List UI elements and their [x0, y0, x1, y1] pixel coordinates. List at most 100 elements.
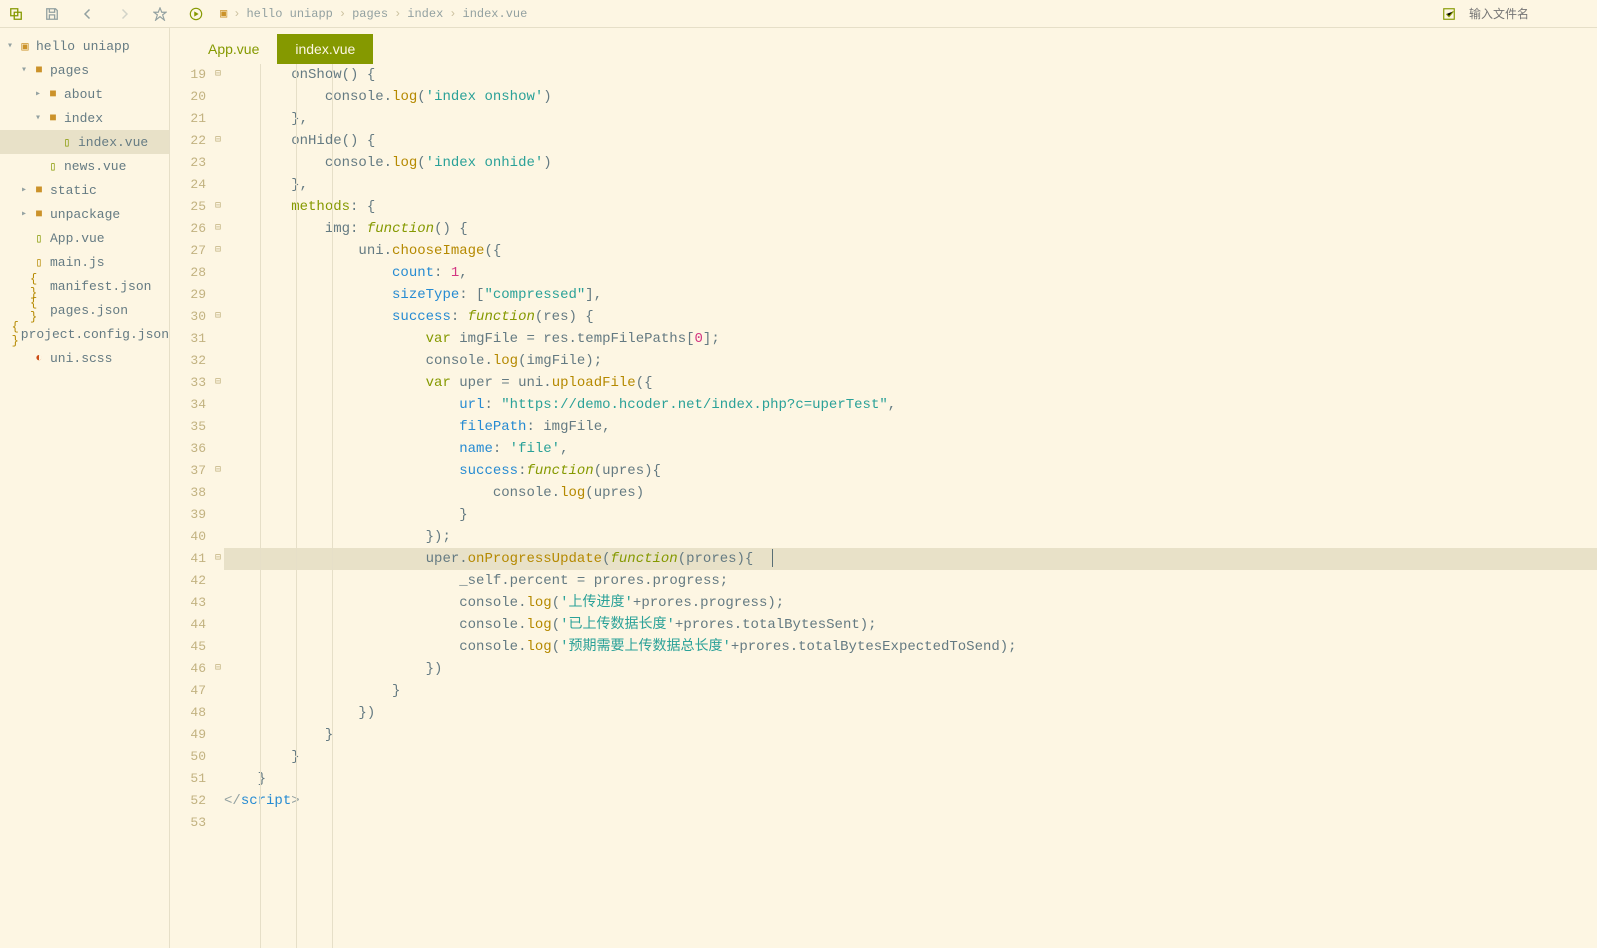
code-line[interactable]: name: 'file',	[224, 438, 1597, 460]
toolbar: ▣ › hello uniapp › pages › index › index…	[0, 0, 1597, 28]
code-line[interactable]: }	[224, 746, 1597, 768]
tree-item-hello-uniapp[interactable]: ▾▣hello uniapp	[0, 34, 169, 58]
tree-item-app-vue[interactable]: ▯App.vue	[0, 226, 169, 250]
code-line[interactable]: _self.percent = prores.progress;	[224, 570, 1597, 592]
toolbar-left	[8, 6, 204, 22]
tree-item-label: hello uniapp	[36, 39, 130, 54]
code-line[interactable]: });	[224, 526, 1597, 548]
tree-item-about[interactable]: ▸■about	[0, 82, 169, 106]
chevron-right-icon: ›	[233, 7, 240, 21]
tab-app-vue[interactable]: App.vue	[190, 34, 277, 64]
tree-item-static[interactable]: ▸■static	[0, 178, 169, 202]
code-line[interactable]: url: "https://demo.hcoder.net/index.php?…	[224, 394, 1597, 416]
code-line[interactable]: }	[224, 724, 1597, 746]
search-input[interactable]	[1469, 7, 1589, 21]
code-line[interactable]: },	[224, 108, 1597, 130]
sidebar: ▾▣hello uniapp▾■pages▸■about▾■index▯inde…	[0, 28, 170, 948]
code-line[interactable]: },	[224, 174, 1597, 196]
tree-item-label: index	[64, 111, 103, 126]
save-icon[interactable]	[44, 6, 60, 22]
code-line[interactable]: img: function() {	[224, 218, 1597, 240]
code-line[interactable]: uper.onProgressUpdate(function(prores){	[224, 548, 1597, 570]
tree-arrow-icon[interactable]: ▾	[4, 40, 16, 52]
text-cursor	[772, 549, 773, 567]
tab-index-vue[interactable]: index.vue	[277, 34, 373, 64]
back-icon[interactable]	[80, 6, 96, 22]
chevron-right-icon: ›	[394, 7, 401, 21]
chevron-right-icon: ›	[449, 7, 456, 21]
breadcrumb-item[interactable]: hello uniapp	[246, 7, 332, 21]
code-line[interactable]: success:function(upres){	[224, 460, 1597, 482]
code-line[interactable]: count: 1,	[224, 262, 1597, 284]
code-line[interactable]: uni.chooseImage({	[224, 240, 1597, 262]
code-line[interactable]: })	[224, 658, 1597, 680]
code-line[interactable]: var imgFile = res.tempFilePaths[0];	[224, 328, 1597, 350]
code-line[interactable]: methods: {	[224, 196, 1597, 218]
collapse-icon[interactable]	[8, 6, 24, 22]
tree-item-label: main.js	[50, 255, 105, 270]
code-line[interactable]: </script>	[224, 790, 1597, 812]
code-line[interactable]: console.log(imgFile);	[224, 350, 1597, 372]
code-line[interactable]: console.log('index onshow')	[224, 86, 1597, 108]
breadcrumb-item[interactable]: pages	[352, 7, 388, 21]
tree-item-label: pages	[50, 63, 89, 78]
breadcrumb: ▣ › hello uniapp › pages › index › index…	[220, 6, 527, 21]
tabs: App.vueindex.vue	[170, 28, 1597, 64]
tree-item-label: uni.scss	[50, 351, 112, 366]
tree-item-label: static	[50, 183, 97, 198]
tree-item-index[interactable]: ▾■index	[0, 106, 169, 130]
code-line[interactable]: sizeType: ["compressed"],	[224, 284, 1597, 306]
run-icon[interactable]	[188, 6, 204, 22]
tree-item-label: manifest.json	[50, 279, 151, 294]
breadcrumb-item[interactable]: index	[407, 7, 443, 21]
code-line[interactable]: console.log('index onhide')	[224, 152, 1597, 174]
gutter-fold: ⊟⊟⊟⊟⊟⊟⊟⊟⊟⊟	[212, 64, 224, 948]
code-line[interactable]: onShow() {	[224, 64, 1597, 86]
tree-arrow-icon[interactable]: ▸	[32, 88, 44, 100]
tree-item-pages[interactable]: ▾■pages	[0, 58, 169, 82]
preview-icon[interactable]	[1441, 6, 1457, 22]
gutter: 1920212223242526272829303132333435363738…	[170, 64, 212, 948]
tree-item-label: App.vue	[50, 231, 105, 246]
tree-item-uni-scss[interactable]: ◐uni.scss	[0, 346, 169, 370]
tree-arrow-icon[interactable]: ▸	[18, 184, 30, 196]
toolbar-right	[1441, 6, 1589, 22]
code-line[interactable]: console.log(upres)	[224, 482, 1597, 504]
code-line[interactable]: console.log('上传进度'+prores.progress);	[224, 592, 1597, 614]
tree-item-main-js[interactable]: ▯main.js	[0, 250, 169, 274]
tree-arrow-icon[interactable]: ▾	[32, 112, 44, 124]
code-line[interactable]: }	[224, 768, 1597, 790]
tree-item-project-config-json[interactable]: { }project.config.json	[0, 322, 169, 346]
tree-item-label: about	[64, 87, 103, 102]
tree-item-label: project.config.json	[21, 327, 169, 342]
tree-item-label: pages.json	[50, 303, 128, 318]
code-line[interactable]: var uper = uni.uploadFile({	[224, 372, 1597, 394]
code-line[interactable]	[224, 812, 1597, 834]
tree-item-unpackage[interactable]: ▸■unpackage	[0, 202, 169, 226]
code[interactable]: onShow() { console.log('index onshow') }…	[224, 64, 1597, 948]
code-line[interactable]: onHide() {	[224, 130, 1597, 152]
code-line[interactable]: console.log('已上传数据长度'+prores.totalBytesS…	[224, 614, 1597, 636]
breadcrumb-root-icon: ▣	[220, 6, 227, 21]
tree-item-news-vue[interactable]: ▯news.vue	[0, 154, 169, 178]
code-line[interactable]: console.log('预期需要上传数据总长度'+prores.totalBy…	[224, 636, 1597, 658]
forward-icon[interactable]	[116, 6, 132, 22]
breadcrumb-item[interactable]: index.vue	[463, 7, 528, 21]
code-line[interactable]: success: function(res) {	[224, 306, 1597, 328]
tree-item-label: unpackage	[50, 207, 120, 222]
tree-item-index-vue[interactable]: ▯index.vue	[0, 130, 169, 154]
code-area[interactable]: 1920212223242526272829303132333435363738…	[170, 64, 1597, 948]
tree-item-label: index.vue	[78, 135, 148, 150]
main: ▾▣hello uniapp▾■pages▸■about▾■index▯inde…	[0, 28, 1597, 948]
tree-item-pages-json[interactable]: { }pages.json	[0, 298, 169, 322]
chevron-right-icon: ›	[339, 7, 346, 21]
code-line[interactable]: filePath: imgFile,	[224, 416, 1597, 438]
code-line[interactable]: })	[224, 702, 1597, 724]
code-line[interactable]: }	[224, 504, 1597, 526]
tree-arrow-icon[interactable]: ▾	[18, 64, 30, 76]
code-line[interactable]: }	[224, 680, 1597, 702]
tree-item-label: news.vue	[64, 159, 126, 174]
tree-arrow-icon[interactable]: ▸	[18, 208, 30, 220]
tree-item-manifest-json[interactable]: { }manifest.json	[0, 274, 169, 298]
star-icon[interactable]	[152, 6, 168, 22]
